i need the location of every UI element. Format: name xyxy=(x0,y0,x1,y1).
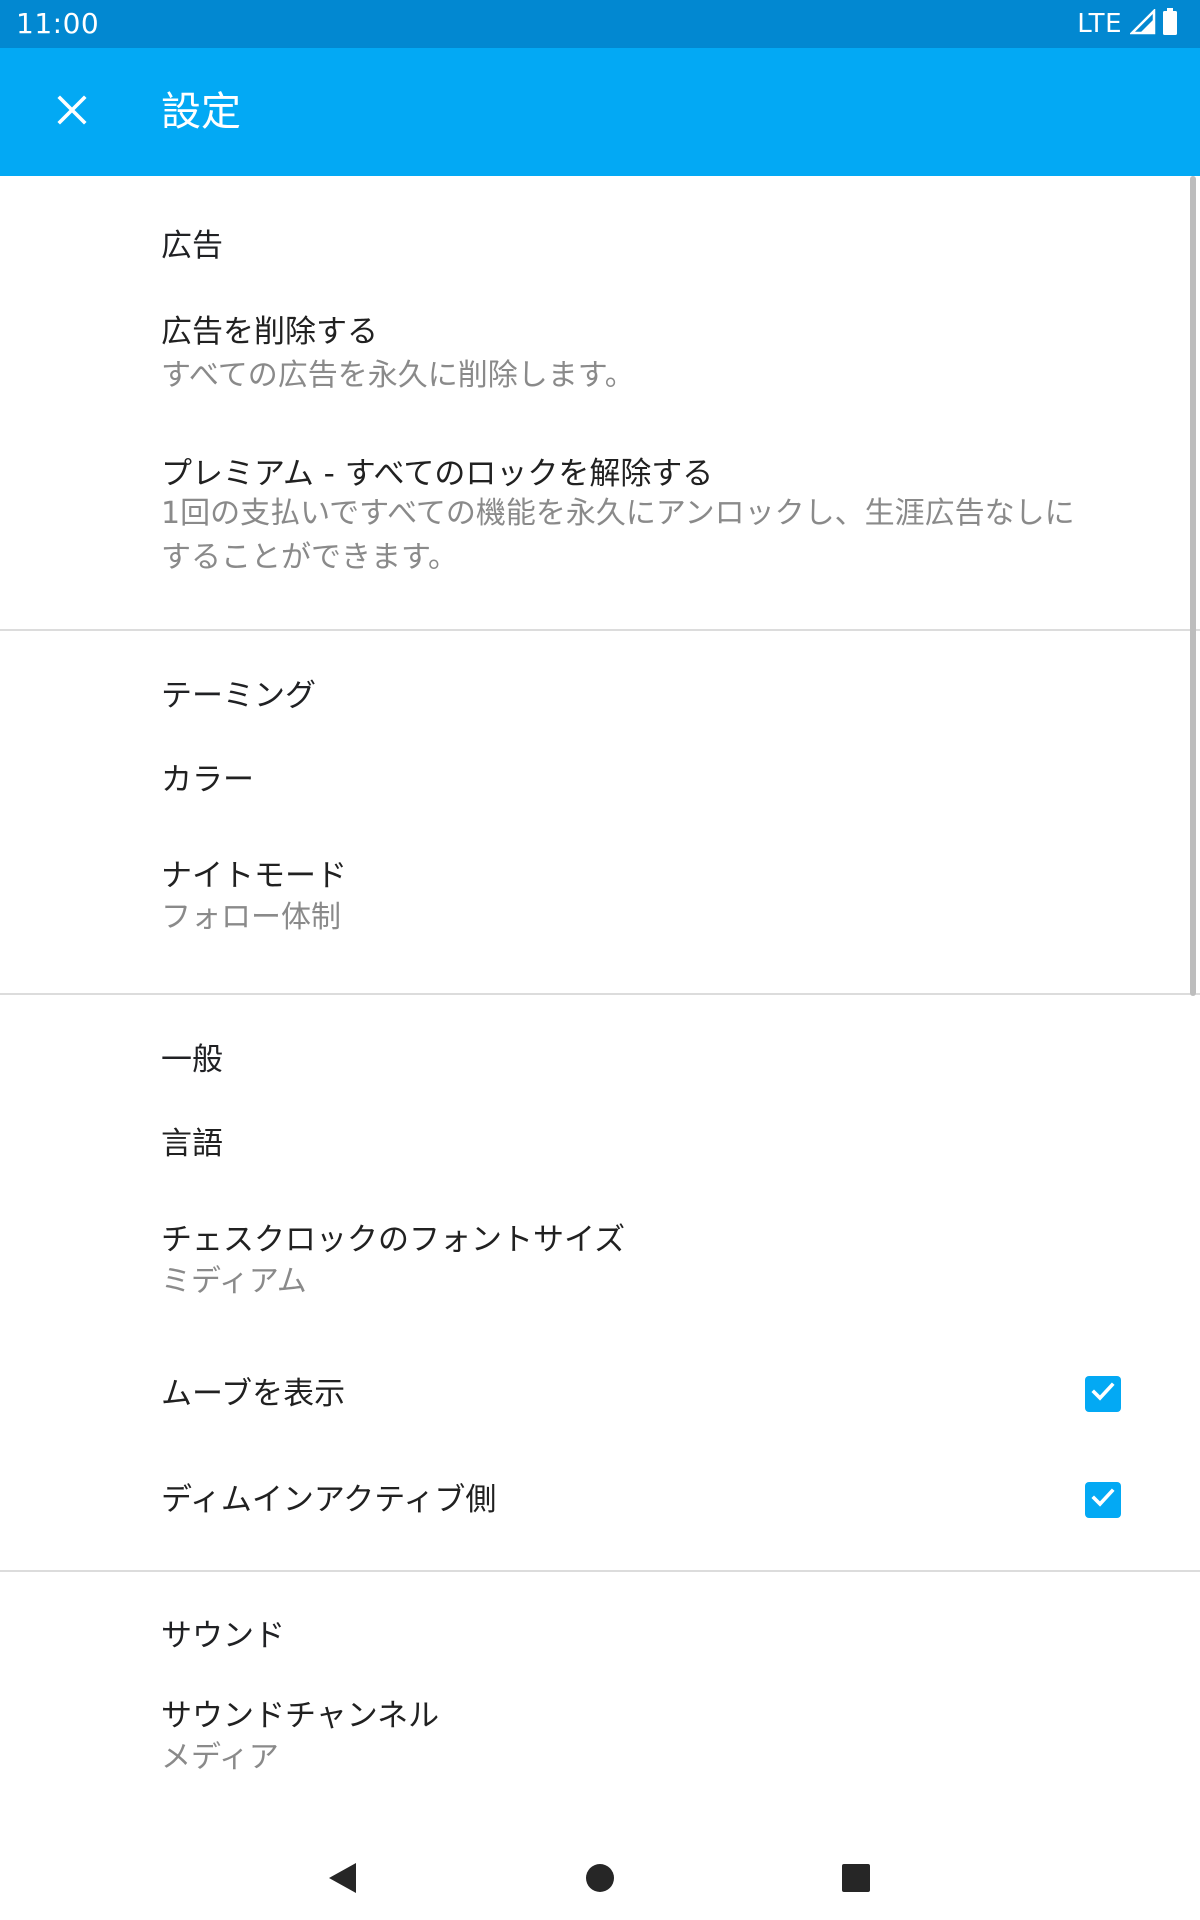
pref-night-mode-summary: フォロー体制 xyxy=(161,900,341,935)
pref-sound-channel-title: サウンドチャンネル xyxy=(161,1698,440,1734)
app-bar: 設定 xyxy=(0,48,1200,176)
pref-color[interactable]: カラー xyxy=(0,746,1190,826)
recents-square-icon xyxy=(840,1862,872,1898)
home-button[interactable] xyxy=(572,1852,628,1908)
pref-language-title: 言語 xyxy=(161,1126,223,1162)
pref-sound-channel-summary: メディア xyxy=(161,1740,279,1775)
navigation-bar xyxy=(0,1840,1200,1920)
section-divider xyxy=(0,1570,1200,1572)
section-divider xyxy=(0,629,1200,631)
back-triangle-icon xyxy=(326,1861,358,1899)
section-header-ads: 広告 xyxy=(161,228,223,264)
pref-dim-inactive[interactable]: ディムインアクティブ側 xyxy=(0,1460,1190,1550)
status-time: 11:00 xyxy=(16,7,100,40)
signal-icon xyxy=(1128,7,1156,39)
section-header-theming: テーミング xyxy=(161,678,316,714)
pref-show-moves-title: ムーブを表示 xyxy=(161,1376,346,1412)
dim-inactive-checkbox[interactable] xyxy=(1085,1482,1121,1518)
pref-font-size[interactable]: チェスクロックのフォントサイズ ミディアム xyxy=(0,1206,1190,1326)
pref-night-mode-title: ナイトモード xyxy=(161,858,347,894)
battery-icon xyxy=(1162,8,1178,40)
pref-dim-inactive-title: ディムインアクティブ側 xyxy=(161,1482,497,1518)
show-moves-checkbox[interactable] xyxy=(1085,1376,1121,1412)
home-circle-icon xyxy=(584,1862,616,1898)
pref-remove-ads-summary: すべての広告を永久に削除します。 xyxy=(161,358,635,393)
pref-night-mode[interactable]: ナイトモード フォロー体制 xyxy=(0,848,1190,968)
pref-premium[interactable]: プレミアム - すべてのロックを解除する 1回の支払いですべての機能を永久にアン… xyxy=(0,452,1190,652)
pref-show-moves[interactable]: ムーブを表示 xyxy=(0,1352,1190,1442)
pref-premium-title: プレミアム - すべてのロックを解除する xyxy=(161,456,714,492)
settings-list[interactable]: 広告 広告を削除する すべての広告を永久に削除します。 プレミアム - すべての… xyxy=(0,176,1200,1840)
section-divider xyxy=(0,993,1200,995)
close-icon xyxy=(57,95,87,129)
checkmark-icon xyxy=(1089,1484,1117,1516)
page-title: 設定 xyxy=(161,89,241,135)
network-type-label: LTE xyxy=(1077,9,1122,39)
pref-language[interactable]: 言語 xyxy=(0,1110,1190,1190)
back-button[interactable] xyxy=(314,1852,370,1908)
status-icons: LTE xyxy=(1077,7,1178,40)
pref-premium-summary-line2: することができます。 xyxy=(161,540,458,575)
section-header-general: 一般 xyxy=(161,1042,223,1078)
section-header-sound: サウンド xyxy=(161,1618,285,1654)
pref-color-title: カラー xyxy=(161,762,254,798)
close-button[interactable] xyxy=(40,80,104,144)
pref-remove-ads-title: 広告を削除する xyxy=(161,314,378,350)
scrollbar[interactable] xyxy=(1190,176,1196,996)
recents-button[interactable] xyxy=(828,1852,884,1908)
pref-premium-summary-line1: 1回の支払いですべての機能を永久にアンロックし、生涯広告なしに xyxy=(161,496,1075,531)
pref-font-size-summary: ミディアム xyxy=(161,1264,307,1299)
status-bar: 11:00 LTE xyxy=(0,0,1200,48)
pref-sound-channel[interactable]: サウンドチャンネル メディア xyxy=(0,1684,1190,1804)
settings-screen: 11:00 LTE 設定 広告 広告を削除する すべての広告を永久に削除します。… xyxy=(0,0,1200,1920)
checkmark-icon xyxy=(1089,1378,1117,1410)
pref-remove-ads[interactable]: 広告を削除する すべての広告を永久に削除します。 xyxy=(0,300,1190,440)
pref-font-size-title: チェスクロックのフォントサイズ xyxy=(161,1222,626,1258)
